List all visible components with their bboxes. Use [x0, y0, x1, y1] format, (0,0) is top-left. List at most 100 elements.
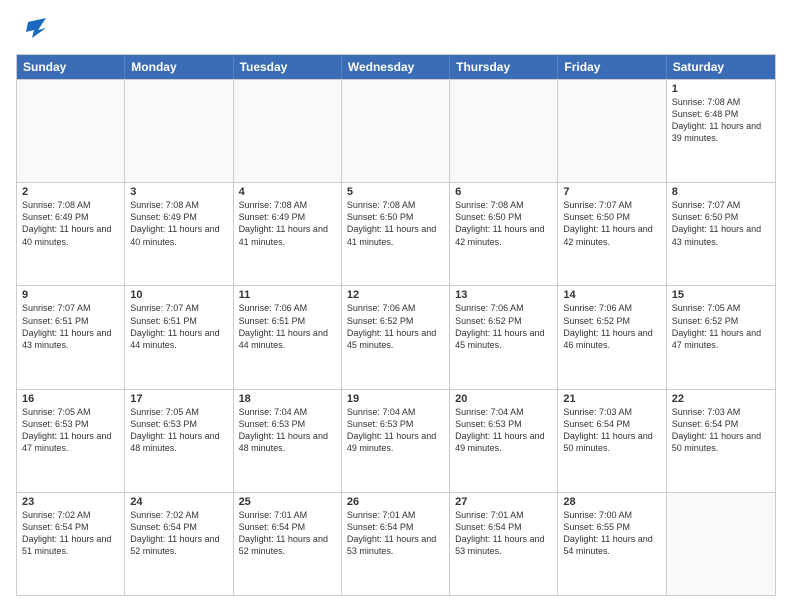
calendar-cell	[234, 80, 342, 182]
calendar-cell: 3Sunrise: 7:08 AM Sunset: 6:49 PM Daylig…	[125, 183, 233, 285]
calendar-cell: 6Sunrise: 7:08 AM Sunset: 6:50 PM Daylig…	[450, 183, 558, 285]
page: SundayMondayTuesdayWednesdayThursdayFrid…	[0, 0, 792, 612]
calendar-cell: 8Sunrise: 7:07 AM Sunset: 6:50 PM Daylig…	[667, 183, 775, 285]
calendar-cell	[17, 80, 125, 182]
weekday-header: Friday	[558, 55, 666, 79]
day-number: 12	[347, 289, 444, 301]
day-number: 10	[130, 289, 227, 301]
day-number: 2	[22, 186, 119, 198]
calendar-cell: 18Sunrise: 7:04 AM Sunset: 6:53 PM Dayli…	[234, 390, 342, 492]
calendar-cell: 10Sunrise: 7:07 AM Sunset: 6:51 PM Dayli…	[125, 286, 233, 388]
day-info: Sunrise: 7:07 AM Sunset: 6:51 PM Dayligh…	[130, 302, 227, 351]
calendar-cell: 5Sunrise: 7:08 AM Sunset: 6:50 PM Daylig…	[342, 183, 450, 285]
day-info: Sunrise: 7:01 AM Sunset: 6:54 PM Dayligh…	[239, 509, 336, 558]
day-number: 15	[672, 289, 770, 301]
day-info: Sunrise: 7:01 AM Sunset: 6:54 PM Dayligh…	[347, 509, 444, 558]
day-info: Sunrise: 7:06 AM Sunset: 6:52 PM Dayligh…	[563, 302, 660, 351]
calendar-cell: 20Sunrise: 7:04 AM Sunset: 6:53 PM Dayli…	[450, 390, 558, 492]
day-info: Sunrise: 7:04 AM Sunset: 6:53 PM Dayligh…	[347, 406, 444, 455]
calendar-cell: 15Sunrise: 7:05 AM Sunset: 6:52 PM Dayli…	[667, 286, 775, 388]
day-number: 28	[563, 496, 660, 508]
calendar-cell: 13Sunrise: 7:06 AM Sunset: 6:52 PM Dayli…	[450, 286, 558, 388]
calendar-cell	[125, 80, 233, 182]
weekday-header: Wednesday	[342, 55, 450, 79]
calendar-cell: 16Sunrise: 7:05 AM Sunset: 6:53 PM Dayli…	[17, 390, 125, 492]
day-number: 7	[563, 186, 660, 198]
day-number: 18	[239, 393, 336, 405]
day-info: Sunrise: 7:01 AM Sunset: 6:54 PM Dayligh…	[455, 509, 552, 558]
calendar-cell: 21Sunrise: 7:03 AM Sunset: 6:54 PM Dayli…	[558, 390, 666, 492]
day-info: Sunrise: 7:07 AM Sunset: 6:50 PM Dayligh…	[672, 199, 770, 248]
weekday-header: Sunday	[17, 55, 125, 79]
calendar-cell: 17Sunrise: 7:05 AM Sunset: 6:53 PM Dayli…	[125, 390, 233, 492]
day-number: 26	[347, 496, 444, 508]
calendar-cell: 11Sunrise: 7:06 AM Sunset: 6:51 PM Dayli…	[234, 286, 342, 388]
day-number: 27	[455, 496, 552, 508]
weekday-header: Thursday	[450, 55, 558, 79]
calendar: SundayMondayTuesdayWednesdayThursdayFrid…	[16, 54, 776, 596]
day-info: Sunrise: 7:06 AM Sunset: 6:52 PM Dayligh…	[347, 302, 444, 351]
weekday-header: Monday	[125, 55, 233, 79]
day-info: Sunrise: 7:07 AM Sunset: 6:50 PM Dayligh…	[563, 199, 660, 248]
calendar-cell: 23Sunrise: 7:02 AM Sunset: 6:54 PM Dayli…	[17, 493, 125, 595]
day-info: Sunrise: 7:03 AM Sunset: 6:54 PM Dayligh…	[563, 406, 660, 455]
day-info: Sunrise: 7:08 AM Sunset: 6:49 PM Dayligh…	[239, 199, 336, 248]
day-number: 14	[563, 289, 660, 301]
calendar-cell: 2Sunrise: 7:08 AM Sunset: 6:49 PM Daylig…	[17, 183, 125, 285]
day-number: 13	[455, 289, 552, 301]
calendar-row: 2Sunrise: 7:08 AM Sunset: 6:49 PM Daylig…	[17, 182, 775, 285]
day-number: 4	[239, 186, 336, 198]
calendar-cell	[558, 80, 666, 182]
day-info: Sunrise: 7:06 AM Sunset: 6:51 PM Dayligh…	[239, 302, 336, 351]
calendar-row: 16Sunrise: 7:05 AM Sunset: 6:53 PM Dayli…	[17, 389, 775, 492]
day-number: 8	[672, 186, 770, 198]
calendar-cell: 27Sunrise: 7:01 AM Sunset: 6:54 PM Dayli…	[450, 493, 558, 595]
calendar-cell: 24Sunrise: 7:02 AM Sunset: 6:54 PM Dayli…	[125, 493, 233, 595]
day-number: 25	[239, 496, 336, 508]
calendar-cell	[342, 80, 450, 182]
day-info: Sunrise: 7:03 AM Sunset: 6:54 PM Dayligh…	[672, 406, 770, 455]
day-info: Sunrise: 7:00 AM Sunset: 6:55 PM Dayligh…	[563, 509, 660, 558]
day-number: 24	[130, 496, 227, 508]
day-info: Sunrise: 7:05 AM Sunset: 6:53 PM Dayligh…	[22, 406, 119, 455]
calendar-cell: 7Sunrise: 7:07 AM Sunset: 6:50 PM Daylig…	[558, 183, 666, 285]
day-number: 11	[239, 289, 336, 301]
calendar-cell: 4Sunrise: 7:08 AM Sunset: 6:49 PM Daylig…	[234, 183, 342, 285]
day-number: 23	[22, 496, 119, 508]
calendar-cell: 28Sunrise: 7:00 AM Sunset: 6:55 PM Dayli…	[558, 493, 666, 595]
day-info: Sunrise: 7:05 AM Sunset: 6:53 PM Dayligh…	[130, 406, 227, 455]
header	[16, 16, 776, 44]
day-info: Sunrise: 7:04 AM Sunset: 6:53 PM Dayligh…	[455, 406, 552, 455]
day-info: Sunrise: 7:06 AM Sunset: 6:52 PM Dayligh…	[455, 302, 552, 351]
logo	[16, 16, 46, 44]
day-info: Sunrise: 7:07 AM Sunset: 6:51 PM Dayligh…	[22, 302, 119, 351]
calendar-cell: 25Sunrise: 7:01 AM Sunset: 6:54 PM Dayli…	[234, 493, 342, 595]
day-info: Sunrise: 7:08 AM Sunset: 6:49 PM Dayligh…	[22, 199, 119, 248]
calendar-body: 1Sunrise: 7:08 AM Sunset: 6:48 PM Daylig…	[17, 79, 775, 595]
weekday-header: Tuesday	[234, 55, 342, 79]
day-info: Sunrise: 7:08 AM Sunset: 6:49 PM Dayligh…	[130, 199, 227, 248]
day-info: Sunrise: 7:08 AM Sunset: 6:48 PM Dayligh…	[672, 96, 770, 145]
day-number: 16	[22, 393, 119, 405]
calendar-cell	[667, 493, 775, 595]
day-info: Sunrise: 7:02 AM Sunset: 6:54 PM Dayligh…	[130, 509, 227, 558]
calendar-cell: 19Sunrise: 7:04 AM Sunset: 6:53 PM Dayli…	[342, 390, 450, 492]
calendar-cell: 12Sunrise: 7:06 AM Sunset: 6:52 PM Dayli…	[342, 286, 450, 388]
day-info: Sunrise: 7:02 AM Sunset: 6:54 PM Dayligh…	[22, 509, 119, 558]
calendar-cell: 9Sunrise: 7:07 AM Sunset: 6:51 PM Daylig…	[17, 286, 125, 388]
weekday-header: Saturday	[667, 55, 775, 79]
day-number: 5	[347, 186, 444, 198]
calendar-cell: 26Sunrise: 7:01 AM Sunset: 6:54 PM Dayli…	[342, 493, 450, 595]
day-number: 20	[455, 393, 552, 405]
calendar-row: 23Sunrise: 7:02 AM Sunset: 6:54 PM Dayli…	[17, 492, 775, 595]
calendar-row: 1Sunrise: 7:08 AM Sunset: 6:48 PM Daylig…	[17, 79, 775, 182]
day-number: 22	[672, 393, 770, 405]
calendar-cell: 1Sunrise: 7:08 AM Sunset: 6:48 PM Daylig…	[667, 80, 775, 182]
day-info: Sunrise: 7:05 AM Sunset: 6:52 PM Dayligh…	[672, 302, 770, 351]
calendar-cell: 14Sunrise: 7:06 AM Sunset: 6:52 PM Dayli…	[558, 286, 666, 388]
day-number: 6	[455, 186, 552, 198]
day-info: Sunrise: 7:08 AM Sunset: 6:50 PM Dayligh…	[455, 199, 552, 248]
day-number: 17	[130, 393, 227, 405]
calendar-header: SundayMondayTuesdayWednesdayThursdayFrid…	[17, 55, 775, 79]
day-number: 19	[347, 393, 444, 405]
